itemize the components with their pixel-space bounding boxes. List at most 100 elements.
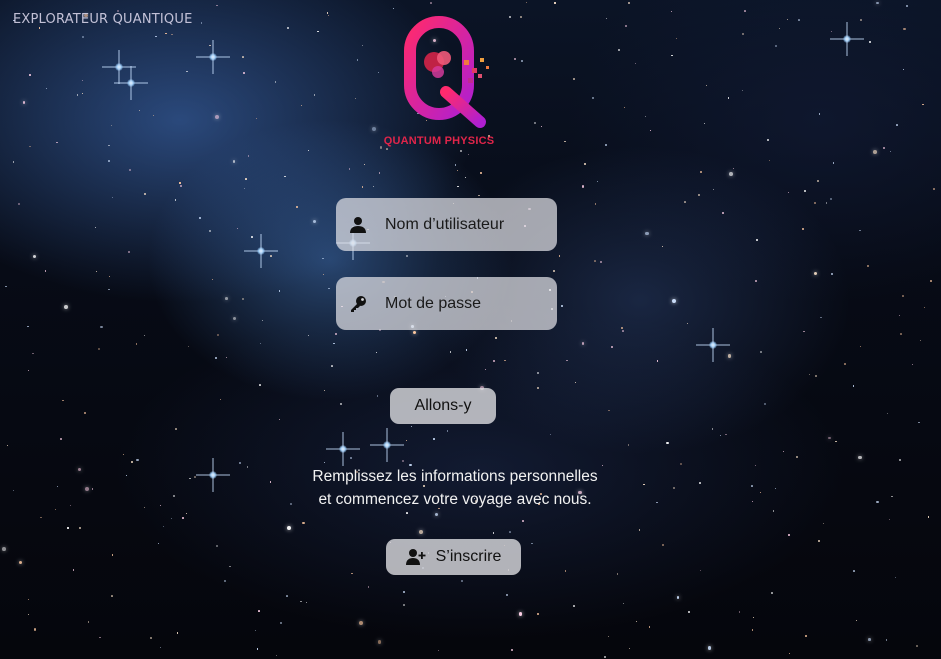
star [671,299,676,304]
star [465,349,468,351]
star [774,487,777,489]
bright-star [339,445,347,453]
submit-button[interactable]: Allons-y [390,388,496,424]
star [514,58,516,60]
star [287,526,292,531]
star [494,337,497,340]
star [405,511,408,514]
star [270,255,272,257]
star [165,32,167,35]
bright-star-core [383,441,391,449]
star [835,440,838,443]
star [376,351,378,353]
star [405,254,408,257]
star [112,554,114,556]
bright-star-core [843,35,851,43]
star [76,94,79,96]
star [328,287,330,289]
star [55,141,58,144]
star [720,435,722,437]
star [179,182,181,184]
bright-star [115,63,123,71]
star [144,506,146,509]
star [574,382,577,384]
star [573,78,575,80]
star [98,348,101,351]
star [111,595,114,598]
star [634,62,637,65]
star [108,160,110,162]
star [503,359,506,362]
logo-wordmark: QUANTUM PHYSICS [383,135,495,147]
star [869,41,871,43]
star [56,486,58,488]
star [772,510,775,512]
star [454,164,456,166]
star [822,523,824,525]
star [831,30,833,32]
star [858,455,863,460]
star [860,18,863,21]
star [787,191,789,193]
user-plus-icon [405,548,426,566]
star [561,304,564,307]
star [927,516,929,518]
star [111,124,113,126]
star [72,569,75,572]
signup-button[interactable]: S’inscrire [386,539,521,575]
star [533,121,537,124]
username-input[interactable] [385,215,545,234]
star [350,456,353,459]
star [354,97,357,100]
star [243,187,245,190]
star [541,125,543,128]
star [584,162,587,165]
star [760,350,763,353]
username-field[interactable] [336,198,557,251]
bright-star-core [257,247,265,255]
star [69,504,71,506]
star [22,101,26,104]
star [193,476,196,478]
star [623,106,625,108]
star [171,34,173,36]
star [323,389,326,392]
star [214,115,219,120]
password-field[interactable] [336,277,557,330]
star [596,180,598,182]
star [198,217,201,220]
star [18,203,21,206]
star [872,150,877,154]
password-input[interactable] [385,294,545,313]
star [163,526,165,528]
star [808,373,811,375]
star [280,622,282,624]
star [299,600,302,603]
star [29,146,31,148]
star [916,645,919,648]
star [326,11,329,14]
star [703,123,706,125]
star [699,482,702,485]
star [844,362,846,365]
star [805,635,808,638]
star [923,307,926,309]
star [859,229,861,232]
star [581,342,585,345]
star [525,1,528,3]
star [262,320,264,322]
star [713,189,715,191]
star [563,140,566,143]
star [739,611,741,613]
star [32,352,34,355]
star [187,346,189,348]
star [930,280,932,282]
star [64,305,68,310]
star [867,264,870,267]
star [27,369,30,372]
star [509,530,512,533]
star [898,314,900,316]
star [662,245,664,248]
star [855,619,857,621]
signup-prompt: Remplissez les informations personnelles… [255,465,655,511]
